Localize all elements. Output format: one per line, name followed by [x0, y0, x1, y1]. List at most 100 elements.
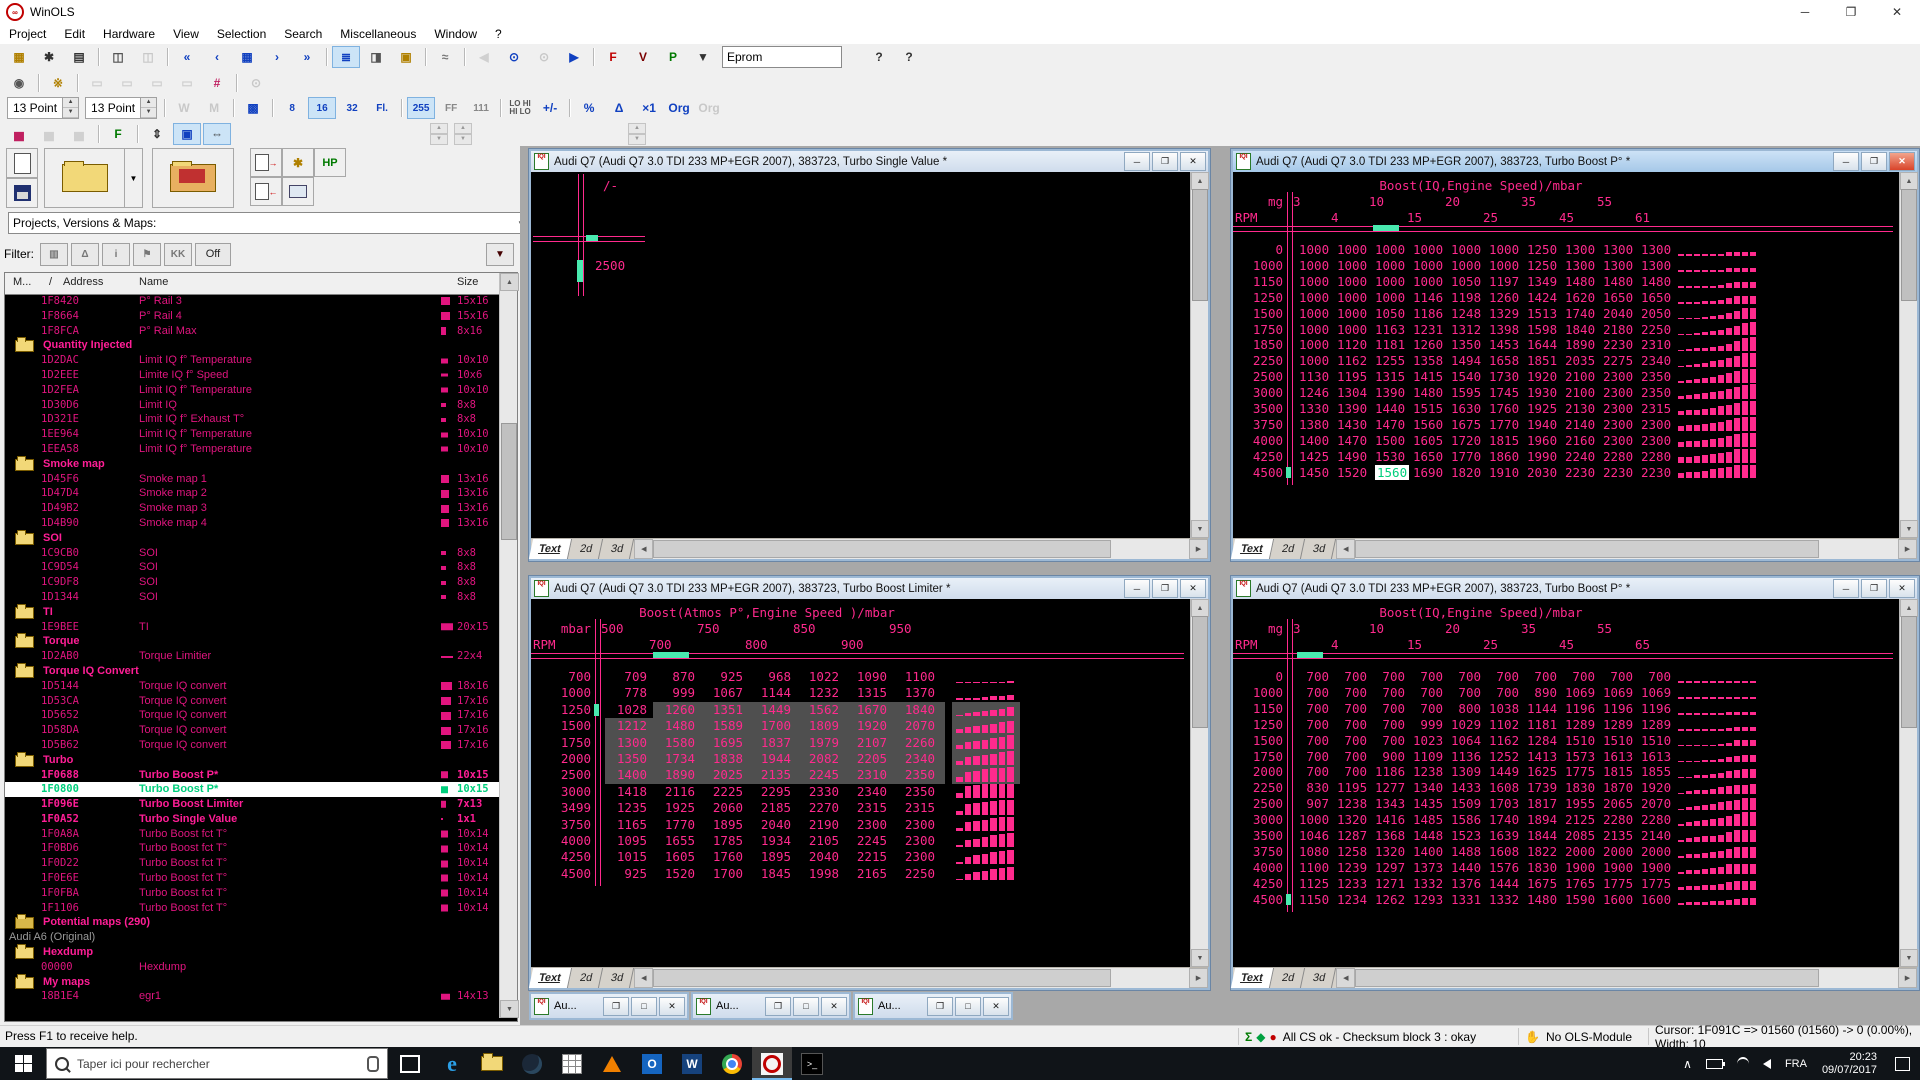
- table-cell[interactable]: 1376: [1451, 876, 1481, 892]
- table-cell[interactable]: 1163: [1375, 322, 1405, 338]
- column-header-m[interactable]: M...: [13, 276, 31, 288]
- scroll-up-icon[interactable]: ▲: [1900, 172, 1918, 190]
- table-cell[interactable]: 1069: [1565, 685, 1595, 701]
- table-cell[interactable]: 1655: [655, 833, 695, 849]
- curve-w-icon[interactable]: W: [170, 97, 198, 119]
- table-cell[interactable]: 830: [1299, 780, 1329, 796]
- table-cell[interactable]: 1600: [1603, 892, 1633, 908]
- table-cell[interactable]: 2135: [1603, 828, 1633, 844]
- table-cell[interactable]: 1745: [1489, 385, 1519, 401]
- map-number-icon[interactable]: #: [203, 72, 231, 94]
- bee-icon[interactable]: ※: [44, 72, 72, 94]
- table-cell[interactable]: 1250: [1527, 242, 1557, 258]
- sign-button[interactable]: +/-: [536, 97, 564, 119]
- tab-3d[interactable]: 3d: [601, 968, 635, 988]
- table-cell[interactable]: 1252: [1489, 749, 1519, 765]
- table-cell[interactable]: 870: [655, 669, 695, 685]
- table-cell[interactable]: 1435: [1413, 796, 1443, 812]
- minimized-window[interactable]: IQIAu...❐□✕: [691, 992, 851, 1020]
- task-view-button[interactable]: [400, 1055, 420, 1073]
- column-header-name[interactable]: Name: [139, 276, 168, 288]
- map-table-view[interactable]: Boost(IQ,Engine Speed)/mbarmgRPM34101520…: [1233, 599, 1899, 967]
- table-cell[interactable]: 1870: [1603, 780, 1633, 796]
- table-cell[interactable]: 700: [1337, 685, 1367, 701]
- table-cell[interactable]: 2040: [1603, 306, 1633, 322]
- new-document-button[interactable]: [6, 148, 38, 178]
- table-cell[interactable]: 1144: [751, 685, 791, 701]
- vscrollbar[interactable]: ▲▼: [1190, 599, 1208, 967]
- table-cell[interactable]: 1450: [1299, 465, 1329, 481]
- table-cell[interactable]: 1300: [607, 735, 647, 751]
- table-cell[interactable]: 1330: [1299, 401, 1329, 417]
- hscroll-right-icon[interactable]: ▶: [1189, 539, 1208, 559]
- map-list-scrollbar[interactable]: ▲ ▼: [499, 273, 517, 1018]
- filter-size-icon[interactable]: ▥: [40, 243, 68, 266]
- table-cell[interactable]: 1480: [1565, 274, 1595, 290]
- table-cell[interactable]: 1239: [1337, 860, 1367, 876]
- menu-item-[interactable]: ?: [486, 25, 511, 43]
- table-cell[interactable]: 2340: [847, 784, 887, 800]
- connect-icon[interactable]: ≈: [431, 46, 459, 68]
- tree-row[interactable]: 1F0D22Turbo Boost fct T°10x14: [5, 856, 499, 871]
- minimize-button[interactable]: ─: [1782, 0, 1828, 24]
- table-cell[interactable]: 2040: [751, 817, 791, 833]
- table-cell[interactable]: 1300: [1641, 258, 1671, 274]
- table-cell[interactable]: 2105: [799, 833, 839, 849]
- table-cell[interactable]: 2230: [1603, 465, 1633, 481]
- column-header-[interactable]: /: [49, 276, 52, 288]
- table-cell[interactable]: 1000: [1413, 274, 1443, 290]
- hscroll-left-icon[interactable]: ◀: [634, 539, 653, 559]
- tree-row[interactable]: 1F0800Turbo Boost P*10x15: [5, 782, 499, 797]
- taskbar-app-spreadsheet[interactable]: [552, 1047, 592, 1080]
- table-cell[interactable]: 1234: [1337, 892, 1367, 908]
- map-create2-icon[interactable]: ▅: [65, 123, 93, 145]
- table-cell[interactable]: 1837: [751, 735, 791, 751]
- filter-off-button[interactable]: Off: [195, 243, 231, 266]
- table-cell[interactable]: 1351: [703, 702, 743, 718]
- start-button[interactable]: [0, 1047, 46, 1080]
- tree-row[interactable]: 1D2EEELimite IQ f° Speed10x6: [5, 368, 499, 383]
- table-cell[interactable]: 1238: [1337, 796, 1367, 812]
- table-cell[interactable]: 1440: [1451, 860, 1481, 876]
- map-edit-icon[interactable]: ▭: [173, 72, 201, 94]
- table-cell[interactable]: 1000: [1337, 274, 1367, 290]
- table-cell[interactable]: 1430: [1337, 417, 1367, 433]
- table-cell[interactable]: 1000: [1337, 258, 1367, 274]
- menu-item-search[interactable]: Search: [275, 25, 331, 43]
- table-cell[interactable]: 1644: [1527, 337, 1557, 353]
- table-cell[interactable]: 1255: [1375, 353, 1405, 369]
- table-cell[interactable]: 1315: [1375, 369, 1405, 385]
- table-cell[interactable]: 2035: [1565, 353, 1595, 369]
- table-cell[interactable]: 1304: [1337, 385, 1367, 401]
- table-cell[interactable]: 700: [1337, 701, 1367, 717]
- table-cell[interactable]: 2135: [751, 767, 791, 783]
- minimized-window[interactable]: IQIAu...❐□✕: [529, 992, 689, 1020]
- table-cell[interactable]: 2245: [847, 833, 887, 849]
- table-cell[interactable]: 1235: [607, 800, 647, 816]
- scroll-up-icon[interactable]: ▲: [500, 273, 519, 291]
- table-cell[interactable]: 1300: [1641, 242, 1671, 258]
- table-cell[interactable]: 1425: [1299, 449, 1329, 465]
- bits-8-button[interactable]: 8: [278, 97, 306, 119]
- table-cell[interactable]: 700: [1299, 764, 1329, 780]
- vscroll-thumb[interactable]: [1901, 189, 1917, 301]
- offset-spinner-a[interactable]: ▲▼: [430, 123, 448, 145]
- table-cell[interactable]: 1000: [1451, 258, 1481, 274]
- tab-2d[interactable]: 2d: [1272, 539, 1306, 559]
- map-subtract-icon[interactable]: ▭: [83, 72, 111, 94]
- table-cell[interactable]: 1424: [1527, 290, 1557, 306]
- table-cell[interactable]: 900: [1375, 749, 1405, 765]
- table-cell[interactable]: 700: [1337, 669, 1367, 685]
- map-window-titlebar[interactable]: IQIAudi Q7 (Audi Q7 3.0 TDI 233 MP+EGR 2…: [531, 151, 1208, 172]
- table-cell[interactable]: 1000: [1375, 274, 1405, 290]
- table-cell[interactable]: 2350: [1641, 385, 1671, 401]
- column-header-address[interactable]: Address: [63, 276, 103, 288]
- table-cell[interactable]: 1130: [1299, 369, 1329, 385]
- projects-versions-maps-combo[interactable]: Projects, Versions & Maps:▼: [8, 212, 530, 234]
- table-cell[interactable]: 1000: [1375, 242, 1405, 258]
- table-cell[interactable]: 1560: [1375, 465, 1405, 481]
- table-cell[interactable]: 2230: [1565, 465, 1595, 481]
- table-cell[interactable]: 1851: [1527, 353, 1557, 369]
- tree-row[interactable]: 1D45F6Smoke map 113x16: [5, 472, 499, 487]
- text-p-icon[interactable]: P: [659, 46, 687, 68]
